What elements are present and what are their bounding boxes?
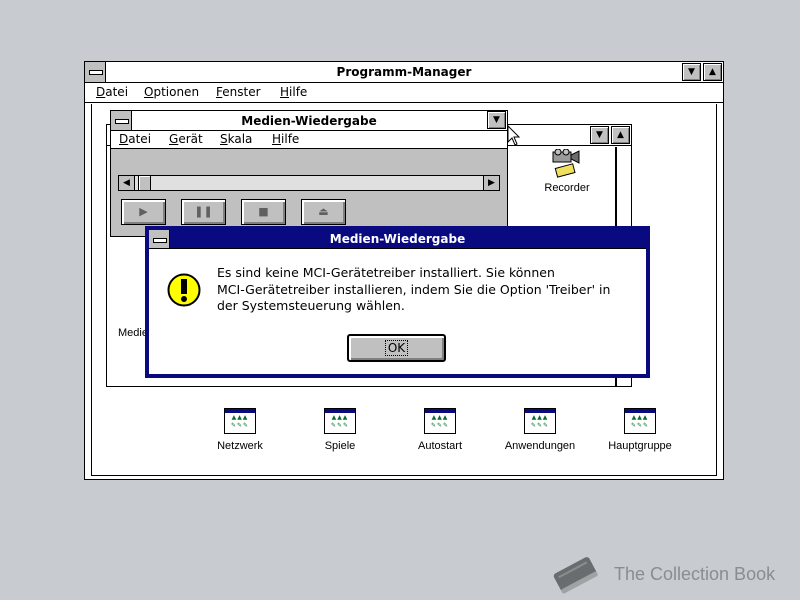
ok-button-label: OK [384, 340, 409, 356]
recorder-icon [552, 148, 580, 178]
program-group-icon [524, 408, 556, 434]
ok-button[interactable]: OK [347, 334, 446, 362]
eject-button[interactable]: ⏏ [301, 199, 346, 225]
menu-fenster[interactable]: Fenster [216, 85, 261, 99]
media-player-menubar: Datei Gerät Skala Hilfe [111, 131, 507, 149]
message-line: Es sind keine MCI-Gerätetreiber installi… [217, 265, 555, 280]
recorder-label: Recorder [544, 182, 590, 194]
group-netzwerk[interactable]: Netzwerk [190, 408, 290, 452]
system-menu-icon[interactable] [85, 62, 106, 82]
watermark: The Collection Book [548, 552, 788, 596]
dialog-message: Es sind keine MCI-Gerätetreiber installi… [217, 265, 637, 315]
minimize-icon[interactable]: ▼ [682, 63, 701, 81]
minimize-icon[interactable]: ▼ [590, 126, 609, 144]
group-anwendungen[interactable]: Anwendungen [490, 408, 590, 452]
watermark-text: The Collection Book [614, 564, 776, 584]
scroll-thumb[interactable] [138, 176, 151, 190]
menu-optionen[interactable]: Optionen [144, 85, 199, 99]
scroll-right-icon[interactable]: ▶ [483, 176, 499, 190]
program-manager-titlebar[interactable]: Programm-Manager ▼ ▲ [85, 62, 723, 83]
mouse-cursor-icon [507, 125, 521, 146]
group-label: Netzwerk [217, 440, 263, 452]
group-label: Spiele [324, 440, 356, 452]
minimize-icon[interactable]: ▼ [487, 111, 506, 129]
play-button[interactable]: ▶ [121, 199, 166, 225]
group-autostart[interactable]: Autostart [390, 408, 490, 452]
message-line: MCI-Gerätetreiber installieren, indem Si… [217, 281, 611, 297]
group-hauptgruppe[interactable]: Hauptgruppe [590, 408, 690, 452]
menu-geraet[interactable]: Gerät [169, 132, 203, 146]
dialog-title: Medien-Wiedergabe [329, 232, 466, 246]
menu-hilfe[interactable]: Hilfe [272, 132, 299, 146]
group-label: Autostart [417, 440, 463, 452]
group-label: Anwendungen [504, 440, 576, 452]
program-group-icon [424, 408, 456, 434]
group-label: Hauptgruppe [608, 440, 672, 452]
play-icon: ▶ [139, 205, 148, 218]
position-scrollbar[interactable]: ◀ ▶ [118, 175, 500, 191]
program-manager-menubar: Datei Optionen Fenster Hilfe [85, 83, 723, 103]
stop-icon: ■ [258, 205, 269, 218]
system-menu-icon[interactable] [149, 230, 170, 248]
maximize-icon[interactable]: ▲ [611, 126, 630, 144]
program-manager-title: Programm-Manager [336, 65, 472, 79]
menu-datei[interactable]: Datei [96, 85, 128, 99]
recorder-item[interactable]: Recorder [525, 148, 609, 194]
book-icon [553, 557, 598, 594]
message-line: der Systemsteuerung wählen. [217, 298, 405, 313]
dialog-titlebar[interactable]: Medien-Wiedergabe [149, 230, 646, 249]
program-group-icon [324, 408, 356, 434]
pause-button[interactable]: ❚❚ [181, 199, 226, 225]
error-dialog[interactable]: Medien-Wiedergabe Es sind keine MCI-Gerä… [145, 226, 650, 378]
scroll-left-icon[interactable]: ◀ [119, 176, 135, 190]
system-menu-icon[interactable] [111, 111, 132, 130]
menu-datei[interactable]: Datei [119, 132, 151, 146]
pause-icon: ❚❚ [194, 205, 213, 218]
program-group-icon [624, 408, 656, 434]
program-group-icon [224, 408, 256, 434]
stop-button[interactable]: ■ [241, 199, 286, 225]
eject-icon: ⏏ [318, 205, 329, 218]
media-player-item-label[interactable]: Medie [118, 327, 148, 339]
media-player-titlebar[interactable]: Medien-Wiedergabe ▼ [111, 111, 507, 131]
exclamation-icon [167, 273, 201, 307]
group-spiele[interactable]: Spiele [290, 408, 390, 452]
maximize-icon[interactable]: ▲ [703, 63, 722, 81]
menu-hilfe[interactable]: Hilfe [280, 85, 307, 99]
menu-skala[interactable]: Skala [220, 132, 252, 146]
media-player-title: Medien-Wiedergabe [241, 114, 377, 128]
